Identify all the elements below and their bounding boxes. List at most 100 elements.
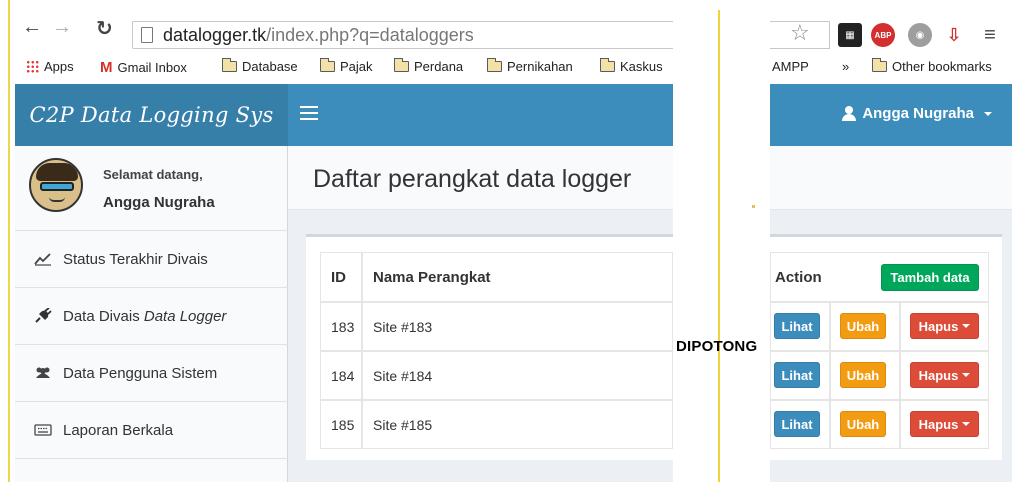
hamburger-menu-icon[interactable] [300,106,318,120]
url-host: datalogger.tk [163,25,267,45]
content-header-right [770,146,1012,210]
bookmark-apps[interactable]: Apps [26,59,74,74]
bookmark-label: AMPP [772,59,809,74]
keyboard-icon [33,422,53,438]
caret-down-icon [962,373,971,377]
row-185-name: Site #185 [362,400,673,449]
cut-gap [673,0,770,482]
header-name: Nama Perangkat [362,252,673,302]
user-menu-name: Angga Nugraha [862,105,974,122]
forward-arrow-icon[interactable]: → [52,16,72,39]
menu-icon[interactable]: ≡ [978,23,1002,47]
bookmarks-bar: Apps M Gmail Inbox Database Pajak Perdana… [0,56,1012,82]
film-reel-icon[interactable]: ◉ [908,23,932,47]
download-icon[interactable]: ⇩ [942,23,966,47]
add-data-button[interactable]: Tambah data [881,264,979,291]
sidebar-item-label-italic: Data Logger [143,307,227,325]
edit-button[interactable]: Ubah [840,411,886,437]
avatar [29,158,83,212]
reload-icon[interactable]: ↻ [96,16,113,41]
caret-down-icon [962,422,971,426]
bookmark-label: Perdana [414,59,464,74]
sidebar-item-reports[interactable]: Laporan Berkala [15,402,288,459]
row-185-id: 185 [320,400,362,449]
plug-icon [33,308,53,324]
delete-dropdown-button[interactable]: Hapus [910,411,979,437]
sidebar-item-status[interactable]: Status Terakhir Divais [15,231,288,288]
top-navbar-right: Angga Nugraha [770,84,1012,146]
sidebar: Selamat datang, Angga Nugraha Status Ter… [15,146,288,482]
apps-grid-icon [26,60,39,73]
sidebar-item-data-logger[interactable]: Data Divais Data Logger [15,288,288,345]
bookmark-perdana[interactable]: Perdana [394,58,464,74]
folder-icon [487,58,502,72]
bookmark-label: Apps [44,59,74,74]
row-184-name: Site #184 [362,351,673,400]
bookmark-label: Database [242,59,298,74]
bookmark-gmail[interactable]: M Gmail Inbox [100,59,187,76]
edit-button[interactable]: Ubah [840,313,886,339]
table-box: ID Nama Perangkat 183 Site #183 184 Site… [306,234,673,460]
bookmark-star-icon[interactable]: ☆ [790,20,810,46]
sidebar-user-name: Angga Nugraha [103,194,215,211]
gmail-icon: M [100,59,113,76]
bookmark-overflow[interactable]: » [842,59,849,74]
bookmark-other[interactable]: Other bookmarks [872,58,992,74]
delete-dropdown-button[interactable]: Hapus [910,362,979,388]
caret-down-icon [984,111,992,116]
page-title: Daftar perangkat data logger [313,165,632,193]
sidebar-item-users[interactable]: Data Pengguna Sistem [15,345,288,402]
folder-icon [872,58,887,72]
bookmark-xampp[interactable]: AMPP [772,59,809,74]
sidebar-item-label: Data Divais Data Logger [63,308,226,325]
user-menu[interactable]: Angga Nugraha [842,105,992,122]
cut-line [718,10,720,482]
bookmark-pernikahan[interactable]: Pernikahan [487,58,573,74]
folder-icon [222,58,237,72]
delete-label: Hapus [918,318,959,334]
window-edge-line [8,0,10,482]
page-icon [141,27,153,43]
delete-label: Hapus [918,416,959,432]
top-navbar [288,84,673,146]
caret-down-icon [962,324,971,328]
view-button[interactable]: Lihat [774,313,820,339]
header-id: ID [320,252,362,302]
bookmark-database[interactable]: Database [222,58,298,74]
bookmark-label: Gmail Inbox [117,60,187,75]
delete-label: Hapus [918,367,959,383]
cut-mark [752,205,755,208]
greeting-text: Selamat datang, [103,167,203,182]
bookmark-label: Pernikahan [507,59,573,74]
sidebar-item-label: Data Pengguna Sistem [63,364,218,382]
bookmark-label: » [842,59,850,74]
bookmark-pajak[interactable]: Pajak [320,58,373,74]
bookmark-label: Pajak [340,59,373,74]
url-path: /index.php?q=dataloggers [266,25,474,45]
view-button[interactable]: Lihat [774,411,820,437]
back-arrow-icon[interactable]: ← [22,16,42,39]
row-183-name: Site #183 [362,302,673,351]
user-icon [842,106,857,121]
row-184-id: 184 [320,351,362,400]
cut-label: DIPOTONG [676,338,758,355]
browser-toolbar: ← → ↻ datalogger.tk/index.php?q=datalogg… [0,16,1012,52]
sidebar-item-label-prefix: Data Divais [63,307,144,325]
table-box-right: Action Tambah data Lihat Ubah Hapus Liha… [770,234,1002,460]
folder-icon [600,58,615,72]
view-button[interactable]: Lihat [774,362,820,388]
sidebar-item-label: Laporan Berkala [63,421,174,439]
sidebar-item-label: Status Terakhir Divais [63,250,208,268]
adblock-icon[interactable]: ABP [871,23,895,47]
bookmark-kaskus[interactable]: Kaskus [600,58,663,74]
edit-button[interactable]: Ubah [840,362,886,388]
users-icon [33,365,53,381]
delete-dropdown-button[interactable]: Hapus [910,313,979,339]
extension-screen-icon[interactable]: ▦ [838,23,862,47]
app-brand[interactable]: C2P Data Logging Sys [15,84,288,146]
row-183-id: 183 [320,302,362,351]
header-action-label: Action [775,268,822,286]
line-chart-icon [33,251,53,267]
address-bar[interactable]: datalogger.tk/index.php?q=dataloggers [132,21,677,49]
bookmark-label: Other bookmarks [892,59,992,74]
